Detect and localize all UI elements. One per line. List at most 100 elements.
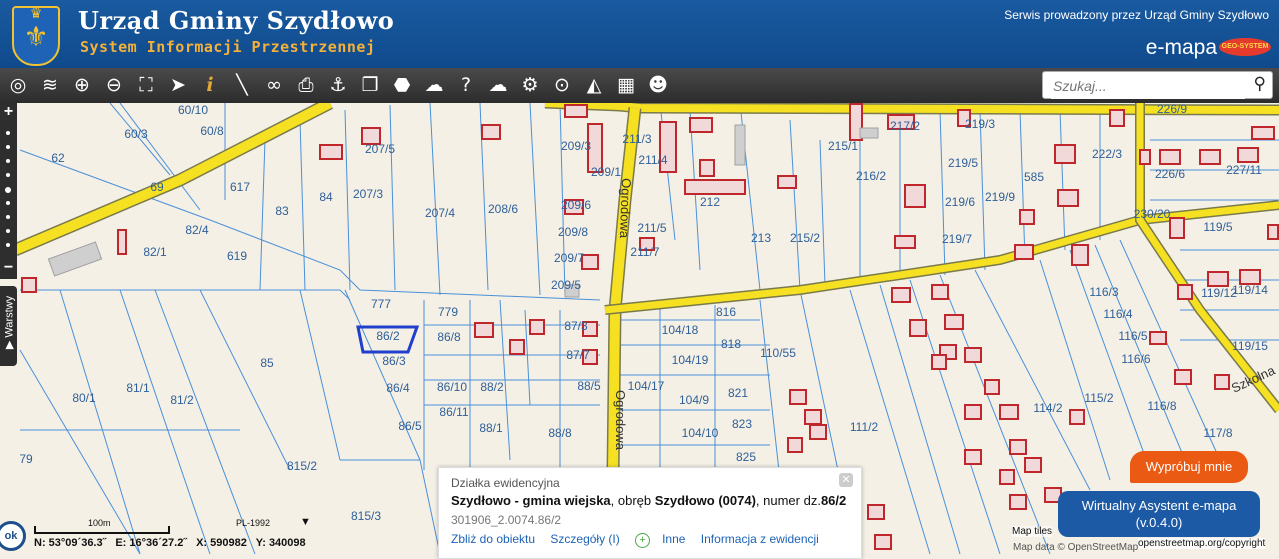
parcel-number-label: 116/3	[1089, 285, 1118, 299]
latitude: N: 53°09´36.3˝	[34, 537, 107, 549]
anchor-icon[interactable]: ⚓	[324, 71, 352, 100]
parcel-number-label: 821	[728, 386, 748, 400]
search-box[interactable]: ⚲	[1042, 71, 1273, 99]
other-link[interactable]: Inne	[662, 532, 685, 546]
emapa-brand[interactable]: e-mapa	[1146, 36, 1217, 60]
parcel-number-label: 87/7	[566, 348, 590, 362]
comment-icon[interactable]: ☁	[420, 71, 448, 100]
zoom-extent-icon[interactable]: ⛶	[132, 71, 160, 100]
help-icon[interactable]: ?	[452, 71, 480, 100]
zoom-level-dot[interactable]	[6, 131, 10, 135]
measure-icon[interactable]: ╲	[228, 71, 256, 100]
map-data-attribution: Map data © OpenStreetMap	[1013, 542, 1139, 553]
zoom-level-dot[interactable]	[6, 215, 10, 219]
parcel-number-label: 60/10	[178, 103, 208, 117]
search-input[interactable]	[1051, 73, 1245, 99]
popup-title: Działka ewidencyjna	[451, 476, 560, 490]
parcel-number-label: 207/3	[353, 187, 383, 201]
parcel-number-label: 104/18	[662, 323, 699, 337]
zoom-level-dot[interactable]	[6, 159, 10, 163]
parcel-number-label: 226/9	[1157, 103, 1187, 116]
zoom-level-dot[interactable]	[6, 173, 10, 177]
close-icon[interactable]: ✕	[839, 473, 853, 487]
zoom-level-dot[interactable]	[6, 229, 10, 233]
zoom-level-dot[interactable]	[6, 145, 10, 149]
zoom-in-icon[interactable]: ⊕	[68, 71, 96, 100]
parcel-number-label: 209/3	[561, 139, 591, 153]
triangles-icon[interactable]: ◭	[580, 71, 608, 100]
parcel-number-label: 119/5	[1203, 220, 1232, 234]
popup-obreb-label: obręb	[617, 493, 652, 508]
parcel-number-label: 217/2	[890, 119, 920, 133]
parcel-number-label: 219/5	[948, 156, 978, 170]
chevron-down-icon[interactable]: ▼	[300, 516, 311, 528]
link-icon[interactable]: ∞	[260, 71, 288, 100]
map-tiles-attribution: Map tiles	[1012, 526, 1053, 537]
parcel-number-label: 219/6	[945, 195, 975, 209]
shape-icon[interactable]: ⬣	[388, 71, 416, 100]
parcel-number-label: 114/2	[1033, 401, 1062, 415]
layers-panel-label: ▶ Warstwy	[3, 295, 16, 350]
popup-numer-label: numer dz.	[763, 493, 821, 508]
toolbar: ◎≋⊕⊖⛶➤i╲∞⎙⚓❐⬣☁?☁⚙⊙◭▦☻ ⚲	[0, 68, 1279, 103]
parcel-number-label: 104/9	[679, 393, 709, 407]
geosystem-logo[interactable]: GEO-SYSTEM	[1219, 38, 1271, 56]
popup-numer: 86/2	[820, 493, 847, 508]
popup-obreb: Szydłowo (0074)	[654, 493, 756, 508]
zoom-to-object-link[interactable]: Zbliż do obiektu	[451, 532, 535, 546]
settings-icon[interactable]: ⚙	[516, 71, 544, 100]
parcel-number-label: 79	[19, 452, 33, 466]
service-note: Serwis prowadzony przez Urząd Gminy Szyd…	[1004, 8, 1269, 22]
layers-panel-toggle[interactable]: ▶ Warstwy	[0, 286, 17, 366]
try-me-button[interactable]: Wypróbuj mnie	[1130, 451, 1248, 483]
parcel-number-label: 207/5	[365, 142, 395, 156]
crs-selector[interactable]: PL-1992	[236, 518, 270, 528]
parcel-number-label: 209/8	[558, 225, 588, 239]
search-icon[interactable]: ⚲	[1254, 74, 1266, 94]
details-link[interactable]: Szczegóły (I)	[550, 532, 619, 546]
registry-info-link[interactable]: Informacja z ewidencji	[701, 532, 819, 546]
zoom-slider[interactable]: + −	[0, 103, 17, 279]
copy-icon[interactable]: ❐	[356, 71, 384, 100]
parcel-number-label: 84	[319, 190, 333, 204]
virtual-assistant-button[interactable]: Wirtualny Asystent e-mapa (v.0.4.0)	[1058, 491, 1260, 537]
app-header: ♛ ⚜ Urząd Gminy Szydłowo System Informac…	[0, 0, 1279, 68]
parcel-number-label: 211/3	[622, 132, 651, 146]
zoom-level-dot[interactable]	[6, 201, 10, 205]
street-name: Ogrodowa	[617, 178, 634, 239]
popup-identifier: 301906_2.0074.86/2	[451, 513, 562, 527]
zoom-out-button[interactable]: −	[0, 259, 17, 277]
parcel-number-label: 777	[371, 297, 391, 311]
coat-of-arms-logo: ♛ ⚜	[12, 6, 60, 66]
info-icon[interactable]: i	[196, 71, 224, 100]
map-globe-icon[interactable]: ◎	[4, 71, 32, 100]
print-icon[interactable]: ⎙	[292, 71, 320, 100]
osm-copyright-link[interactable]: openstreetmap.org/copyright	[1138, 538, 1266, 549]
zoom-level-dot[interactable]	[6, 243, 10, 247]
add-circle-icon[interactable]: +	[635, 533, 651, 548]
parcel-number-label: 209/5	[551, 278, 581, 292]
parcel-number-label: 86/4	[386, 381, 410, 395]
parcel-number-label: 81/2	[170, 393, 194, 407]
zoom-out-icon[interactable]: ⊖	[100, 71, 128, 100]
cloud-download-icon[interactable]: ☁	[484, 71, 512, 100]
color-grid-icon[interactable]: ▦	[612, 71, 640, 100]
parcel-number-label: 816	[716, 305, 736, 319]
parcel-number-label: 86/5	[398, 419, 422, 433]
users-icon[interactable]: ☻	[644, 71, 672, 100]
pointer-icon[interactable]: ➤	[164, 71, 192, 100]
zoom-in-button[interactable]: +	[0, 103, 17, 121]
parcel-number-label: 88/8	[548, 426, 572, 440]
parcel-number-label: 87/3	[564, 319, 588, 333]
parcel-number-label: 208/6	[488, 202, 518, 216]
zoom-level-current[interactable]	[5, 187, 11, 193]
coordinates-readout: N: 53°09´36.3˝ E: 16°36´27.2˝ X: 590982 …	[34, 537, 312, 549]
search-area-icon[interactable]: ⊙	[548, 71, 576, 100]
parcel-number-label: 823	[732, 417, 752, 431]
parcel-number-label: 116/8	[1147, 399, 1176, 413]
parcel-number-label: 779	[438, 305, 458, 319]
layers-icon[interactable]: ≋	[36, 71, 64, 100]
parcel-number-label: 119/15	[1232, 339, 1268, 353]
parcel-number-label: 617	[230, 180, 250, 194]
parcel-number-label: 81/1	[126, 381, 150, 395]
